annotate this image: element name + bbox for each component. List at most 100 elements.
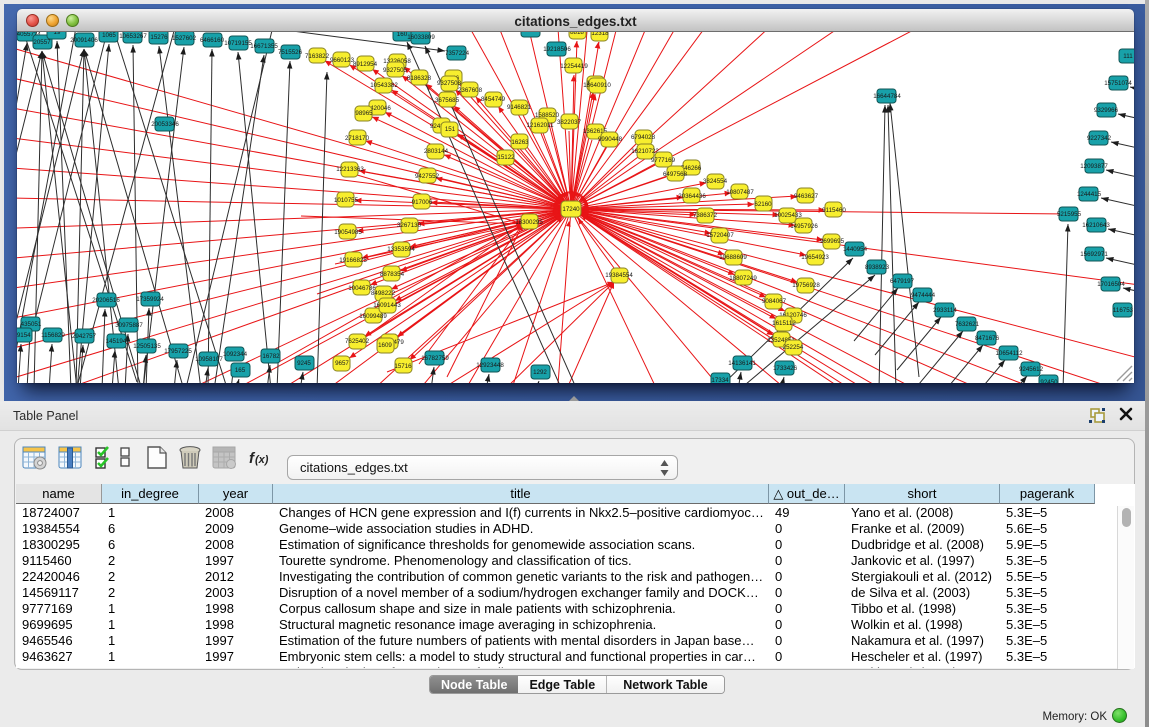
svg-text:2718170: 2718170 [345,135,370,142]
svg-text:7625402: 7625402 [345,338,370,345]
svg-text:9115460: 9115460 [822,207,846,214]
svg-text:7357224: 7357224 [445,50,470,57]
svg-text:9329966: 9329966 [1094,107,1119,114]
svg-text:9474444: 9474444 [911,292,936,299]
svg-text:17334: 17334 [711,377,729,383]
svg-text:1065: 1065 [102,32,116,39]
svg-text:6794028: 6794028 [631,134,656,141]
svg-text:19166825: 19166825 [339,257,367,264]
svg-text:8813054: 8813054 [518,32,543,34]
svg-text:12505135: 12505135 [133,343,161,350]
svg-text:14136141: 14136141 [728,360,756,367]
svg-text:10688609: 10688609 [719,254,747,261]
svg-text:2803144: 2803144 [424,148,449,155]
svg-text:10654112: 10654112 [995,350,1023,357]
svg-text:9427552: 9427552 [415,173,440,180]
svg-text:16210643: 16210643 [1082,222,1110,229]
svg-text:10543382: 10543382 [370,82,398,89]
svg-text:1244415: 1244415 [1077,191,1102,198]
svg-text:12254419: 12254419 [560,63,588,70]
svg-text:14957926: 14957926 [790,223,818,230]
svg-text:9990448: 9990448 [598,136,623,143]
svg-text:17016504: 17016504 [1097,281,1125,288]
svg-text:7386372: 7386372 [693,212,718,219]
svg-text:16099489: 16099489 [359,313,387,320]
svg-text:19654923: 19654923 [801,254,829,261]
svg-text:1609: 1609 [378,342,392,349]
svg-text:7163822: 7163822 [305,53,330,60]
svg-text:8186328: 8186328 [407,75,432,82]
svg-text:17359924: 17359924 [136,296,164,303]
svg-text:8938923: 8938923 [865,264,890,271]
svg-text:19054985: 19054985 [334,229,362,236]
svg-text:151: 151 [445,126,456,133]
svg-text:1440954: 1440954 [843,246,868,253]
svg-text:15692971: 15692971 [1080,251,1108,258]
svg-text:6497568: 6497568 [663,171,688,178]
svg-text:39154: 39154 [17,332,31,339]
svg-text:10958107: 10958107 [195,356,223,363]
svg-text:8878354: 8878354 [380,271,405,278]
svg-text:15716: 15716 [394,363,412,370]
svg-text:9227342: 9227342 [1087,135,1112,142]
svg-text:19218506: 19218506 [543,46,571,53]
svg-text:(x): (x) [255,454,269,466]
svg-text:8454749: 8454749 [481,96,506,103]
svg-text:9146821: 9146821 [507,104,532,111]
svg-text:8912954: 8912954 [353,61,378,68]
svg-text:2933114: 2933114 [933,307,957,314]
svg-text:116753: 116753 [1113,307,1134,314]
svg-text:3267130: 3267130 [397,222,422,229]
svg-text:16644784: 16644784 [873,93,901,100]
svg-text:9699695: 9699695 [820,238,845,245]
svg-text:16782: 16782 [262,353,280,360]
svg-text:1092344: 1092344 [223,351,248,358]
svg-text:5215955: 5215955 [1057,211,1082,218]
svg-text:8498222: 8498222 [371,290,396,297]
svg-text:19384554: 19384554 [605,272,633,279]
svg-text:9245612: 9245612 [1019,366,1044,373]
svg-text:2367608: 2367608 [458,87,483,94]
svg-text:9245: 9245 [297,360,311,367]
svg-text:8471676: 8471676 [975,335,1000,342]
svg-text:92450: 92450 [1040,379,1058,383]
svg-text:18300295: 18300295 [515,219,543,226]
svg-text:435051: 435051 [21,321,42,328]
svg-text:16263: 16263 [511,139,529,146]
svg-text:3675685: 3675685 [435,97,460,104]
svg-text:18807249: 18807249 [729,275,757,282]
svg-text:9084067: 9084067 [762,298,787,305]
svg-text:252254: 252254 [783,344,804,351]
svg-text:12162011: 12162011 [526,122,554,129]
svg-text:917006: 917006 [412,199,433,206]
svg-text:9657: 9657 [335,360,349,367]
svg-text:20557: 20557 [33,39,51,46]
svg-text:62160: 62160 [754,201,772,208]
svg-text:16033809: 16033809 [407,34,435,41]
svg-text:18640910: 18640910 [583,82,611,89]
svg-text:1615112: 1615112 [772,320,796,327]
svg-text:9660123: 9660123 [330,57,355,64]
svg-text:1292: 1292 [533,369,547,376]
svg-text:10719155: 10719155 [224,40,252,47]
svg-text:165: 165 [235,367,246,374]
svg-text:7515526: 7515526 [278,49,303,56]
svg-text:1156829: 1156829 [41,332,65,339]
svg-text:15751074: 15751074 [1104,80,1132,87]
svg-text:13353594: 13353594 [387,246,415,253]
svg-text:9463627: 9463627 [794,193,819,200]
svg-text:20091406: 20091406 [70,37,98,44]
svg-text:17957225: 17957225 [164,348,192,355]
svg-text:2942757: 2942757 [72,333,97,340]
svg-text:15122: 15122 [497,154,515,161]
svg-text:20053346: 20053346 [151,121,179,128]
svg-text:9327508: 9327508 [437,80,462,87]
svg-text:98965: 98965 [355,110,373,117]
svg-text:30975887: 30975887 [115,322,143,329]
svg-text:3822037: 3822037 [557,119,582,126]
svg-text:12093877: 12093877 [1080,163,1108,170]
svg-text:20206516: 20206516 [92,297,120,304]
svg-text:160: 160 [397,32,408,38]
svg-text:3824554: 3824554 [703,178,728,185]
svg-text:6466160: 6466160 [200,37,225,44]
